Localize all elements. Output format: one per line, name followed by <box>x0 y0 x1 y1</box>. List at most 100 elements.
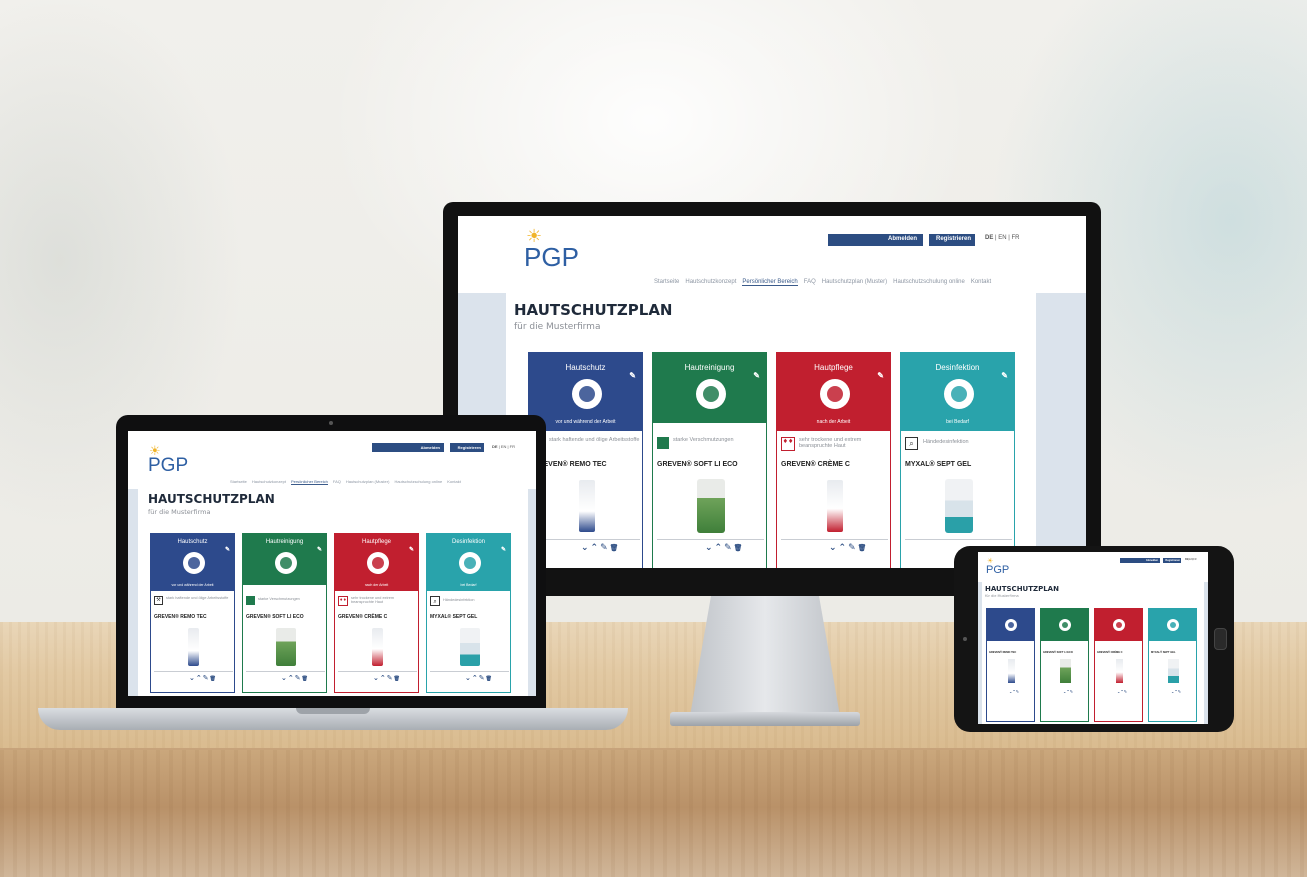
lang-en[interactable]: EN <box>501 444 507 449</box>
monitor-stand <box>690 596 840 716</box>
delete-icon[interactable]: 🗑 <box>858 544 869 552</box>
edit-icon[interactable]: ✎ <box>409 546 414 553</box>
nav-contact[interactable]: Kontakt <box>447 479 461 485</box>
language-switcher[interactable]: DE|EN|FR <box>1185 558 1197 561</box>
lang-en[interactable]: EN <box>998 235 1006 241</box>
edit-icon[interactable]: ✎ <box>295 674 302 682</box>
edit-icon[interactable]: ✎ <box>1016 689 1019 694</box>
pgp-logo[interactable]: ☀ PGP <box>148 443 188 477</box>
move-down-icon[interactable]: ⌄ <box>581 543 591 553</box>
lang-de[interactable]: DE <box>1185 558 1188 561</box>
edit-icon[interactable]: ✎ <box>203 674 210 682</box>
lang-de[interactable]: DE <box>492 444 498 449</box>
nav-contact[interactable]: Kontakt <box>971 279 991 286</box>
edit-icon[interactable]: ✎ <box>225 546 230 553</box>
move-down-icon[interactable]: ⌄ <box>829 543 839 553</box>
move-down-icon[interactable]: ⌄ <box>705 543 715 553</box>
delete-icon[interactable]: 🗑 <box>394 676 401 682</box>
nav-online-training[interactable]: Hautschutzschulung online <box>394 479 442 485</box>
nav-sample-plan[interactable]: Hautschutzplan (Muster) <box>822 279 887 286</box>
edit-icon[interactable]: ✎ <box>479 674 486 682</box>
delete-icon[interactable]: 🗑 <box>302 676 309 682</box>
edit-icon[interactable]: ✎ <box>1124 689 1127 694</box>
edit-icon[interactable]: ✎ <box>501 546 506 553</box>
product-name[interactable]: GREVEN® CRÈME C <box>338 614 387 620</box>
product-name[interactable]: GREVEN® CRÈME C <box>1097 651 1123 654</box>
product-name[interactable]: GREVEN® SOFT LI ECO <box>246 614 304 620</box>
nav-faq[interactable]: FAQ <box>333 479 341 485</box>
product-name[interactable]: MYXAL® SEPT GEL <box>905 461 971 468</box>
hand-washing-icon <box>696 379 726 409</box>
card-actions: ⌄⌃✎🗑 <box>829 543 869 553</box>
delete-icon[interactable]: 🗑 <box>486 676 493 682</box>
logout-button[interactable]: Abmelden <box>828 234 923 246</box>
nav-online-training[interactable]: Hautschutzschulung online <box>893 279 965 286</box>
product-name[interactable]: MYXAL® SEPT GEL <box>1151 651 1176 654</box>
lang-fr[interactable]: FR <box>510 444 515 449</box>
delete-icon[interactable]: 🗑 <box>734 544 745 552</box>
page-subtitle: für die Musterfirma <box>514 322 601 332</box>
card-category: Hautschutz <box>565 363 606 372</box>
nav-home[interactable]: Startseite <box>230 479 247 485</box>
move-up-icon[interactable]: ⌃ <box>591 543 601 553</box>
pgp-logo[interactable]: ☀ PGP <box>986 558 1010 576</box>
delete-icon[interactable]: 🗑 <box>610 544 621 552</box>
edit-icon[interactable]: ✎ <box>387 674 394 682</box>
move-up-icon[interactable]: ⌃ <box>196 674 203 682</box>
edit-icon[interactable]: ✎ <box>629 371 636 380</box>
nav-sample-plan[interactable]: Hautschutzplan (Muster) <box>346 479 390 485</box>
card-hautpflege: Hautpflege ✎ nach der Arbeit ♦♦ sehr tro… <box>334 533 419 693</box>
move-down-icon[interactable]: ⌄ <box>373 674 380 682</box>
register-button[interactable]: Registrieren <box>450 443 484 452</box>
edit-icon[interactable]: ✎ <box>600 543 610 553</box>
edit-icon[interactable]: ✎ <box>753 371 760 380</box>
language-switcher[interactable]: DE | EN | FR <box>492 444 515 449</box>
move-down-icon[interactable]: ⌄ <box>465 674 472 682</box>
edit-icon[interactable]: ✎ <box>724 543 734 553</box>
pgp-logo[interactable]: ☀ PGP <box>524 226 579 273</box>
product-name[interactable]: MYXAL® SEPT GEL <box>430 614 477 620</box>
edit-icon[interactable]: ✎ <box>877 371 884 380</box>
main-content: HAUTSCHUTZPLAN für die Musterfirma GREVE… <box>982 582 1204 724</box>
move-up-icon[interactable]: ⌃ <box>380 674 387 682</box>
move-down-icon[interactable]: ⌄ <box>281 674 288 682</box>
nav-personal-area[interactable]: Persönlicher Bereich <box>290 479 328 485</box>
product-name[interactable]: GREVEN® REMO TEC <box>154 614 207 620</box>
nav-concept[interactable]: Hautschutzkonzept <box>252 479 286 485</box>
move-up-icon[interactable]: ⌃ <box>472 674 479 682</box>
card-header <box>987 609 1034 641</box>
edit-icon[interactable]: ✎ <box>317 546 322 553</box>
product-name[interactable]: GREVEN® REMO TEC <box>989 651 1016 654</box>
product-name[interactable]: GREVEN® CRÈME C <box>781 461 850 468</box>
logo-text: PGP <box>986 564 1010 576</box>
card-category: Desinfektion <box>935 363 980 372</box>
edit-icon[interactable]: ✎ <box>848 543 858 553</box>
card-header: Desinfektion ✎ bei Bedarf <box>901 353 1014 431</box>
logout-button[interactable]: Abmelden <box>372 443 444 452</box>
delete-icon[interactable]: 🗑 <box>210 676 217 682</box>
edit-icon[interactable]: ✎ <box>1178 689 1181 694</box>
move-up-icon[interactable]: ⌃ <box>839 543 849 553</box>
divider <box>533 539 640 540</box>
register-button[interactable]: Registrieren <box>929 234 975 246</box>
language-switcher[interactable]: DE | EN | FR <box>985 235 1020 241</box>
product-name[interactable]: GREVEN® SOFT LI ECO <box>1043 651 1073 654</box>
nav-personal-area[interactable]: Persönlicher Bereich <box>742 279 798 286</box>
logout-button[interactable]: Abmelden <box>1120 558 1160 563</box>
lang-de[interactable]: DE <box>985 235 993 241</box>
edit-icon[interactable]: ✎ <box>1070 689 1073 694</box>
nav-concept[interactable]: Hautschutzkonzept <box>685 279 736 286</box>
lang-fr[interactable]: FR <box>1012 235 1020 241</box>
nav-faq[interactable]: FAQ <box>804 279 816 286</box>
product-name[interactable]: GREVEN® SOFT LI ECO <box>657 461 738 468</box>
move-down-icon[interactable]: ⌄ <box>189 674 196 682</box>
tablet-home-button[interactable] <box>1214 628 1227 650</box>
nav-home[interactable]: Startseite <box>654 279 679 286</box>
register-button[interactable]: Registrieren <box>1163 558 1181 563</box>
move-up-icon[interactable]: ⌃ <box>715 543 725 553</box>
hand-protection-icon <box>1005 619 1017 631</box>
move-up-icon[interactable]: ⌃ <box>288 674 295 682</box>
edit-icon[interactable]: ✎ <box>1001 371 1008 380</box>
card-actions: ⌄⌃✎🗑 <box>281 674 309 682</box>
lang-fr[interactable]: FR <box>1193 558 1196 561</box>
